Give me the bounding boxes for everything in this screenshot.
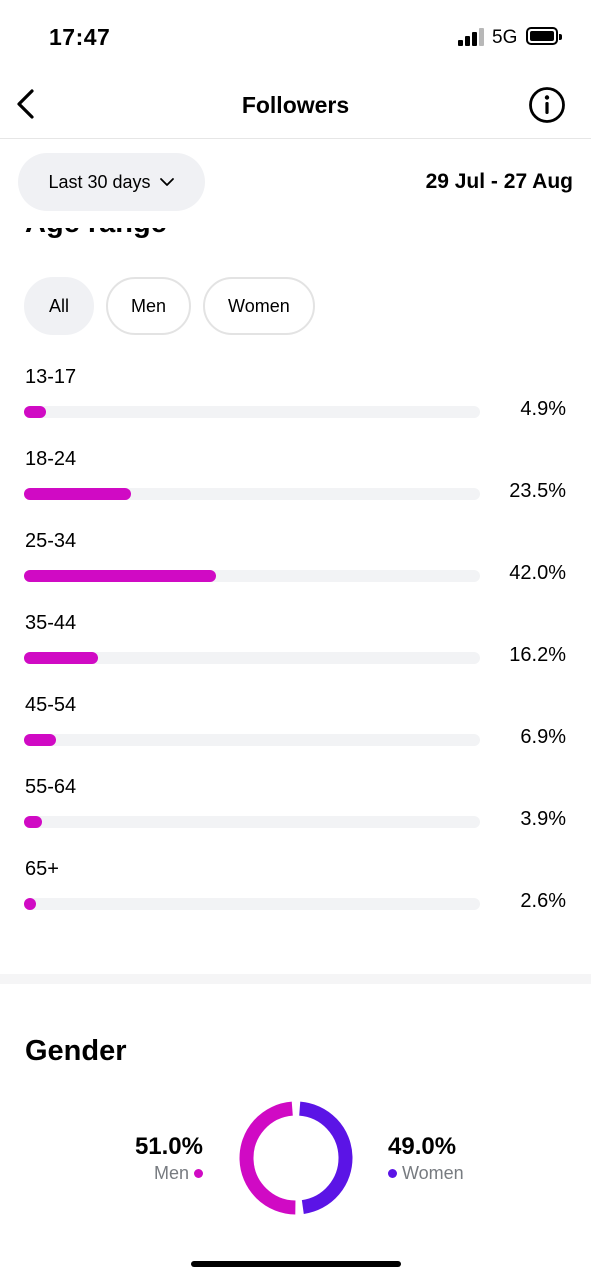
age-bar-track bbox=[24, 816, 480, 828]
men-legend-dot bbox=[194, 1169, 203, 1178]
gender-filter-tabs: All Men Women bbox=[24, 277, 315, 335]
age-row: 25-34 42.0% bbox=[0, 530, 591, 612]
info-button[interactable] bbox=[528, 86, 566, 124]
page-title: Followers bbox=[241, 92, 350, 118]
age-row: 35-44 16.2% bbox=[0, 612, 591, 694]
nav-bar: Followers bbox=[0, 70, 591, 139]
age-row-percentage: 4.9% bbox=[520, 398, 566, 420]
women-legend-dot bbox=[388, 1169, 397, 1178]
women-percentage: 49.0% bbox=[388, 1133, 457, 1160]
age-row-label: 13-17 bbox=[25, 366, 77, 388]
battery-icon bbox=[526, 27, 562, 45]
filter-row: Last 30 days 29 Jul - 27 Aug bbox=[0, 140, 591, 228]
date-range-label: Last 30 days bbox=[48, 171, 151, 192]
age-bar-fill bbox=[24, 488, 132, 500]
chevron-down-icon bbox=[159, 178, 174, 186]
age-bar-fill bbox=[24, 570, 216, 582]
status-bar: 17:47 5G bbox=[0, 0, 591, 70]
age-bar-fill bbox=[24, 816, 42, 828]
age-row-label: 55-64 bbox=[25, 776, 77, 798]
donut-segment-men bbox=[239, 1101, 296, 1215]
men-legend-label: Men bbox=[153, 1163, 189, 1183]
info-icon bbox=[529, 87, 565, 123]
age-row-percentage: 3.9% bbox=[520, 808, 566, 830]
age-heading-clip: Age range bbox=[0, 228, 591, 242]
age-row-percentage: 16.2% bbox=[509, 644, 566, 666]
women-legend: Women bbox=[388, 1163, 464, 1184]
men-legend: Men bbox=[135, 1163, 203, 1184]
age-row-label: 25-34 bbox=[25, 530, 77, 552]
tab-all[interactable]: All bbox=[24, 277, 95, 335]
age-row: 18-24 23.5% bbox=[0, 448, 591, 530]
age-row: 65+ 2.6% bbox=[0, 858, 591, 940]
date-range-text: 29 Jul - 27 Aug bbox=[425, 170, 573, 193]
section-divider bbox=[0, 974, 591, 984]
gender-heading: Gender bbox=[25, 1035, 127, 1067]
age-row: 13-17 4.9% bbox=[0, 366, 591, 448]
women-legend-label: Women bbox=[402, 1163, 464, 1183]
donut-segment-women bbox=[298, 1101, 353, 1214]
age-row: 45-54 6.9% bbox=[0, 694, 591, 776]
home-indicator bbox=[191, 1261, 401, 1267]
age-bar-track bbox=[24, 570, 480, 582]
age-range-heading: Age range bbox=[25, 228, 167, 240]
age-row-percentage: 23.5% bbox=[509, 480, 566, 502]
age-row-label: 65+ bbox=[25, 858, 59, 880]
age-bar-track bbox=[24, 734, 480, 746]
gender-women-stat: 49.0% Women bbox=[388, 1133, 464, 1184]
age-row-label: 18-24 bbox=[25, 448, 77, 470]
age-bar-fill bbox=[24, 406, 47, 418]
men-percentage: 51.0% bbox=[134, 1133, 203, 1160]
date-range-dropdown[interactable]: Last 30 days bbox=[18, 153, 205, 211]
age-row-percentage: 6.9% bbox=[520, 726, 566, 748]
age-bar-track bbox=[24, 898, 480, 910]
age-row-label: 45-54 bbox=[25, 694, 77, 716]
tab-women[interactable]: Women bbox=[203, 277, 315, 335]
age-row: 55-64 3.9% bbox=[0, 776, 591, 858]
age-bar-track bbox=[24, 652, 480, 664]
network-type: 5G bbox=[492, 27, 518, 48]
age-bar-track bbox=[24, 406, 480, 418]
age-bar-fill bbox=[24, 652, 99, 664]
age-row-percentage: 2.6% bbox=[520, 890, 566, 912]
tab-men[interactable]: Men bbox=[106, 277, 192, 335]
gender-donut-chart bbox=[239, 1101, 353, 1215]
age-bar-track bbox=[24, 488, 480, 500]
age-bar-fill bbox=[24, 898, 36, 910]
gender-men-stat: 51.0% Men bbox=[135, 1133, 203, 1184]
signal-strength-icon bbox=[458, 28, 484, 46]
age-bar-fill bbox=[24, 734, 56, 746]
age-row-label: 35-44 bbox=[25, 612, 77, 634]
age-row-percentage: 42.0% bbox=[509, 562, 566, 584]
status-time: 17:47 bbox=[49, 24, 111, 50]
